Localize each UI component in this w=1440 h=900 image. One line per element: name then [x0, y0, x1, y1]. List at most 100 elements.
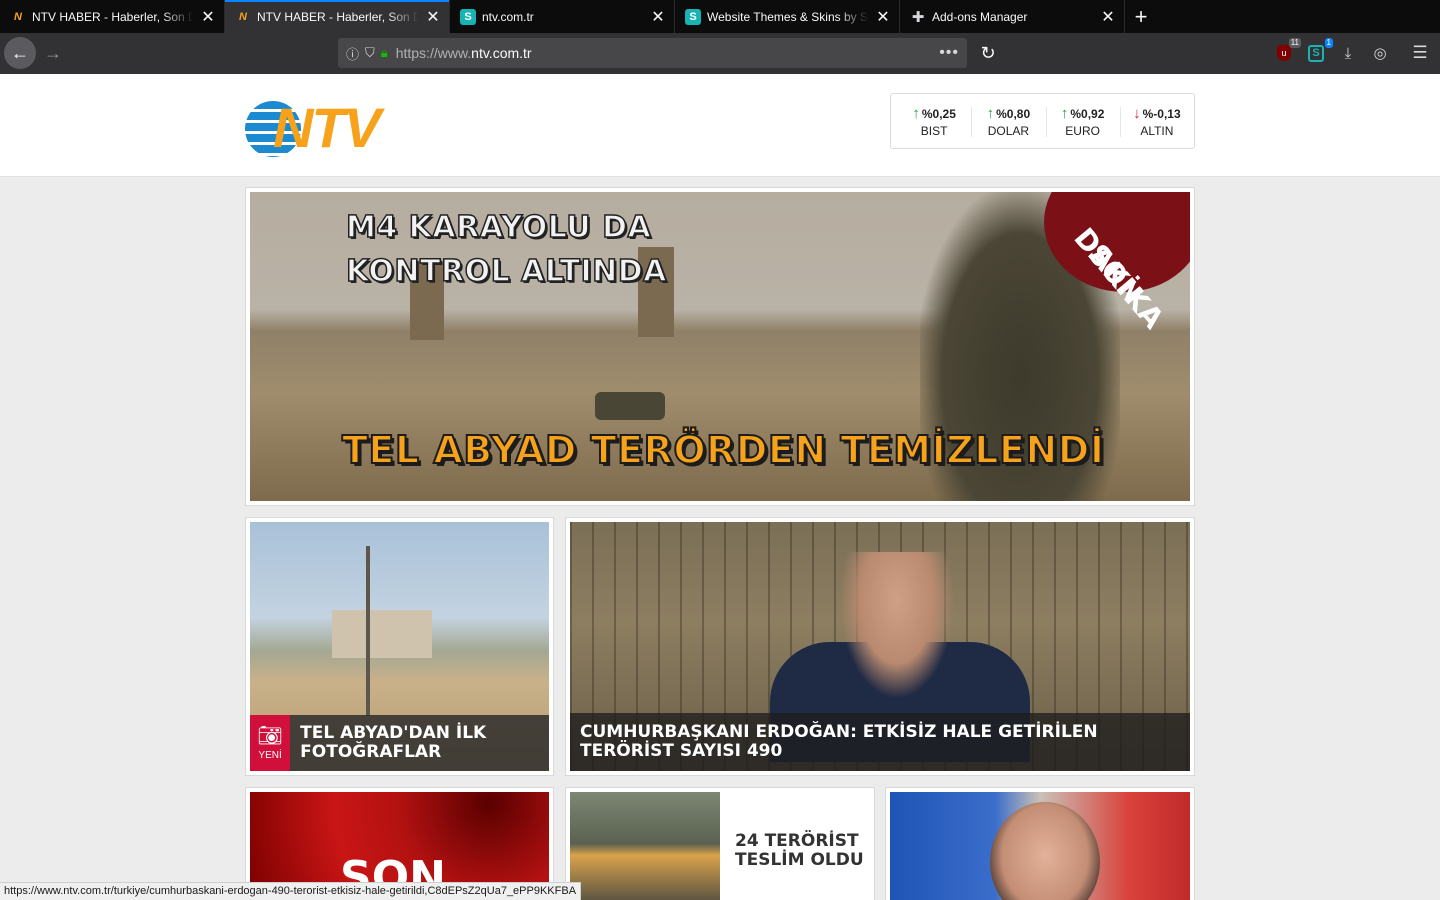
hero-story[interactable]: M4 KARAYOLU DA KONTROL ALTINDA TEL ABYAD… — [245, 187, 1195, 506]
ntv-icon: N — [14, 10, 22, 23]
tank-shape — [595, 392, 665, 420]
story-thumbnail — [570, 792, 720, 900]
close-icon[interactable]: ✕ — [425, 9, 441, 26]
ublock-button[interactable]: u 11 — [1273, 38, 1301, 64]
market-item-altin[interactable]: ↓ %-0,13 ALTIN — [1119, 105, 1194, 138]
person-face — [990, 802, 1100, 900]
close-icon[interactable]: ✕ — [875, 9, 891, 26]
tab-ntv-2[interactable]: N NTV HABER - Haberler, Son Dakika ✕ — [225, 0, 450, 33]
story-title: CUMHURBAŞKANI ERDOĞAN: ETKİSİZ HALE GETİ… — [580, 722, 1098, 761]
market-value-text: %0,25 — [921, 106, 956, 121]
market-item-bist[interactable]: ↑ %0,25 BIST — [897, 105, 971, 138]
tab-title: ntv.com.tr — [482, 9, 534, 24]
stylus-icon: S — [685, 8, 701, 25]
close-icon[interactable]: ✕ — [200, 9, 216, 26]
photo-gallery-badge: 📷︎ YENİ — [250, 715, 291, 771]
story-caption: 📷︎ YENİ TEL ABYAD'DAN İLK FOTOĞRAFLAR — [250, 715, 549, 771]
pole-shape — [366, 546, 370, 716]
hamburger-icon: ☰ — [1412, 43, 1428, 62]
tab-ntv-1[interactable]: N NTV HABER - Haberler, Son Dakika ✕ — [0, 0, 225, 33]
market-value: ↑ %0,92 — [1061, 105, 1105, 122]
story-caption: CUMHURBAŞKANI ERDOĞAN: ETKİSİZ HALE GETİ… — [570, 713, 1190, 771]
tab-ntv-com-tr[interactable]: S ntv.com.tr ✕ — [450, 0, 675, 33]
story-card-tel-abyad[interactable]: 📷︎ YENİ TEL ABYAD'DAN İLK FOTOĞRAFLAR — [245, 517, 554, 776]
stylus-button[interactable]: S 1 — [1305, 38, 1333, 64]
son-dakika-text: SON DAKİKA — [1063, 192, 1175, 335]
menu-button[interactable]: ☰ — [1409, 42, 1431, 64]
tab-strip: N NTV HABER - Haberler, Son Dakika ✕ N N… — [0, 0, 1440, 33]
market-ticker: ↑ %0,25 BIST ↑ %0,80 DOLAR ↑ %0,92 EURO ↓ %-… — [890, 93, 1195, 149]
story-card-teslim[interactable]: 24 TERÖRİST TESLİM OLDU — [565, 787, 875, 900]
hero-headline-line2: KONTROL ALTINDA — [345, 253, 667, 290]
market-value: ↓ %-0,13 — [1133, 105, 1181, 122]
story-card-erdogan[interactable]: CUMHURBAŞKANI ERDOĞAN: ETKİSİZ HALE GETİ… — [565, 517, 1195, 776]
site-header: NTV ↑ %0,25 BIST ↑ %0,80 DOLAR ↑ %0,92 EURO… — [0, 74, 1440, 177]
ublock-icon: u — [1277, 45, 1291, 61]
link-status-bar: https://www.ntv.com.tr/turkiye/cumhurbas… — [0, 882, 582, 900]
market-value: ↑ %0,25 — [912, 105, 956, 122]
story-card-portrait[interactable] — [885, 787, 1195, 900]
lock-icon[interactable]: 🔒︎ — [381, 45, 388, 61]
story-title: TEL ABYAD'DAN İLK FOTOĞRAFLAR — [300, 723, 487, 762]
puzzle-icon: ✚ — [911, 8, 925, 26]
story-image — [890, 792, 1190, 900]
close-icon[interactable]: ✕ — [1100, 9, 1116, 26]
market-value: ↑ %0,80 — [987, 105, 1031, 122]
address-bar[interactable]: ⓘ ⛉ 🔒︎ https://www.ntv.com.tr ••• — [338, 38, 967, 68]
location-pin-icon: ◎ — [1373, 45, 1387, 62]
story-title: 24 TERÖRİST TESLİM OLDU — [735, 831, 864, 870]
back-button[interactable]: ← — [4, 37, 36, 69]
downloads-button[interactable]: ⤓ — [1337, 42, 1359, 64]
building-shape — [332, 610, 432, 658]
arrow-up-icon: ↑ — [912, 104, 920, 122]
reload-icon: ↻ — [980, 42, 996, 63]
close-icon[interactable]: ✕ — [650, 9, 666, 26]
ntv-icon: N — [239, 10, 247, 23]
tab-stylish[interactable]: S Website Themes & Skins by Stylish ✕ — [675, 0, 900, 33]
person-face — [832, 552, 962, 712]
arrow-up-icon: ↑ — [1060, 104, 1069, 122]
market-label: EURO — [1065, 123, 1100, 138]
market-label: DOLAR — [987, 123, 1030, 138]
page-actions-button[interactable]: ••• — [939, 44, 959, 62]
stylus-icon: S — [1308, 44, 1324, 62]
info-icon[interactable]: ⓘ — [346, 44, 359, 63]
tab-title: Add-ons Manager — [932, 9, 1028, 24]
tab-title: NTV HABER - Haberler, Son Dakika — [32, 9, 194, 24]
market-label: ALTIN — [1140, 123, 1174, 138]
arrow-left-icon: ← — [11, 42, 29, 63]
stylus-icon: S — [460, 8, 476, 25]
ntv-logo[interactable]: NTV — [245, 99, 405, 159]
market-value-text: %0,92 — [1070, 106, 1105, 121]
hero-headline: M4 KARAYOLU DA KONTROL ALTINDA — [345, 206, 667, 294]
hero-image: M4 KARAYOLU DA KONTROL ALTINDA TEL ABYAD… — [250, 192, 1190, 501]
url-prefix: https://www. — [395, 45, 472, 61]
ublock-badge: 11 — [1288, 38, 1301, 48]
market-item-euro[interactable]: ↑ %0,92 EURO — [1045, 105, 1120, 138]
story-image: CUMHURBAŞKANI ERDOĞAN: ETKİSİZ HALE GETİ… — [570, 522, 1190, 771]
arrow-up-icon: ↑ — [986, 104, 995, 122]
url-domain: ntv.com.tr — [471, 45, 532, 61]
camera-icon: 📷︎ — [257, 725, 283, 747]
market-value-text: %0,80 — [996, 106, 1031, 121]
new-tab-button[interactable]: + — [1125, 0, 1157, 33]
story-image: 📷︎ YENİ TEL ABYAD'DAN İLK FOTOĞRAFLAR — [250, 522, 549, 771]
hero-headline-line1: M4 KARAYOLU DA — [345, 209, 652, 246]
market-item-dolar[interactable]: ↑ %0,80 DOLAR — [971, 105, 1045, 138]
download-icon: ⤓ — [1344, 44, 1352, 62]
stylus-badge: 1 — [1324, 38, 1333, 48]
url-text[interactable]: https://www.ntv.com.tr — [396, 45, 939, 61]
logo-text: NTV — [273, 96, 381, 159]
forward-button[interactable]: → — [37, 37, 69, 69]
arrow-down-icon: ↓ — [1133, 104, 1141, 122]
reload-button[interactable]: ↻ — [972, 37, 1004, 69]
market-value-text: %-0,13 — [1142, 106, 1181, 121]
location-button[interactable]: ◎ — [1369, 42, 1391, 64]
nav-bar: ← → ⓘ ⛉ 🔒︎ https://www.ntv.com.tr ••• ↻ … — [0, 33, 1440, 74]
hero-banner: TEL ABYAD TERÖRDEN TEMİZLENDİ — [341, 427, 1105, 473]
new-label: YENİ — [258, 750, 282, 761]
tab-title: NTV HABER - Haberler, Son Dakika — [257, 9, 419, 24]
tracking-shield-icon[interactable]: ⛉ — [365, 45, 375, 61]
arrow-right-icon: → — [44, 42, 62, 63]
tab-addons[interactable]: ✚ Add-ons Manager ✕ — [900, 0, 1125, 33]
